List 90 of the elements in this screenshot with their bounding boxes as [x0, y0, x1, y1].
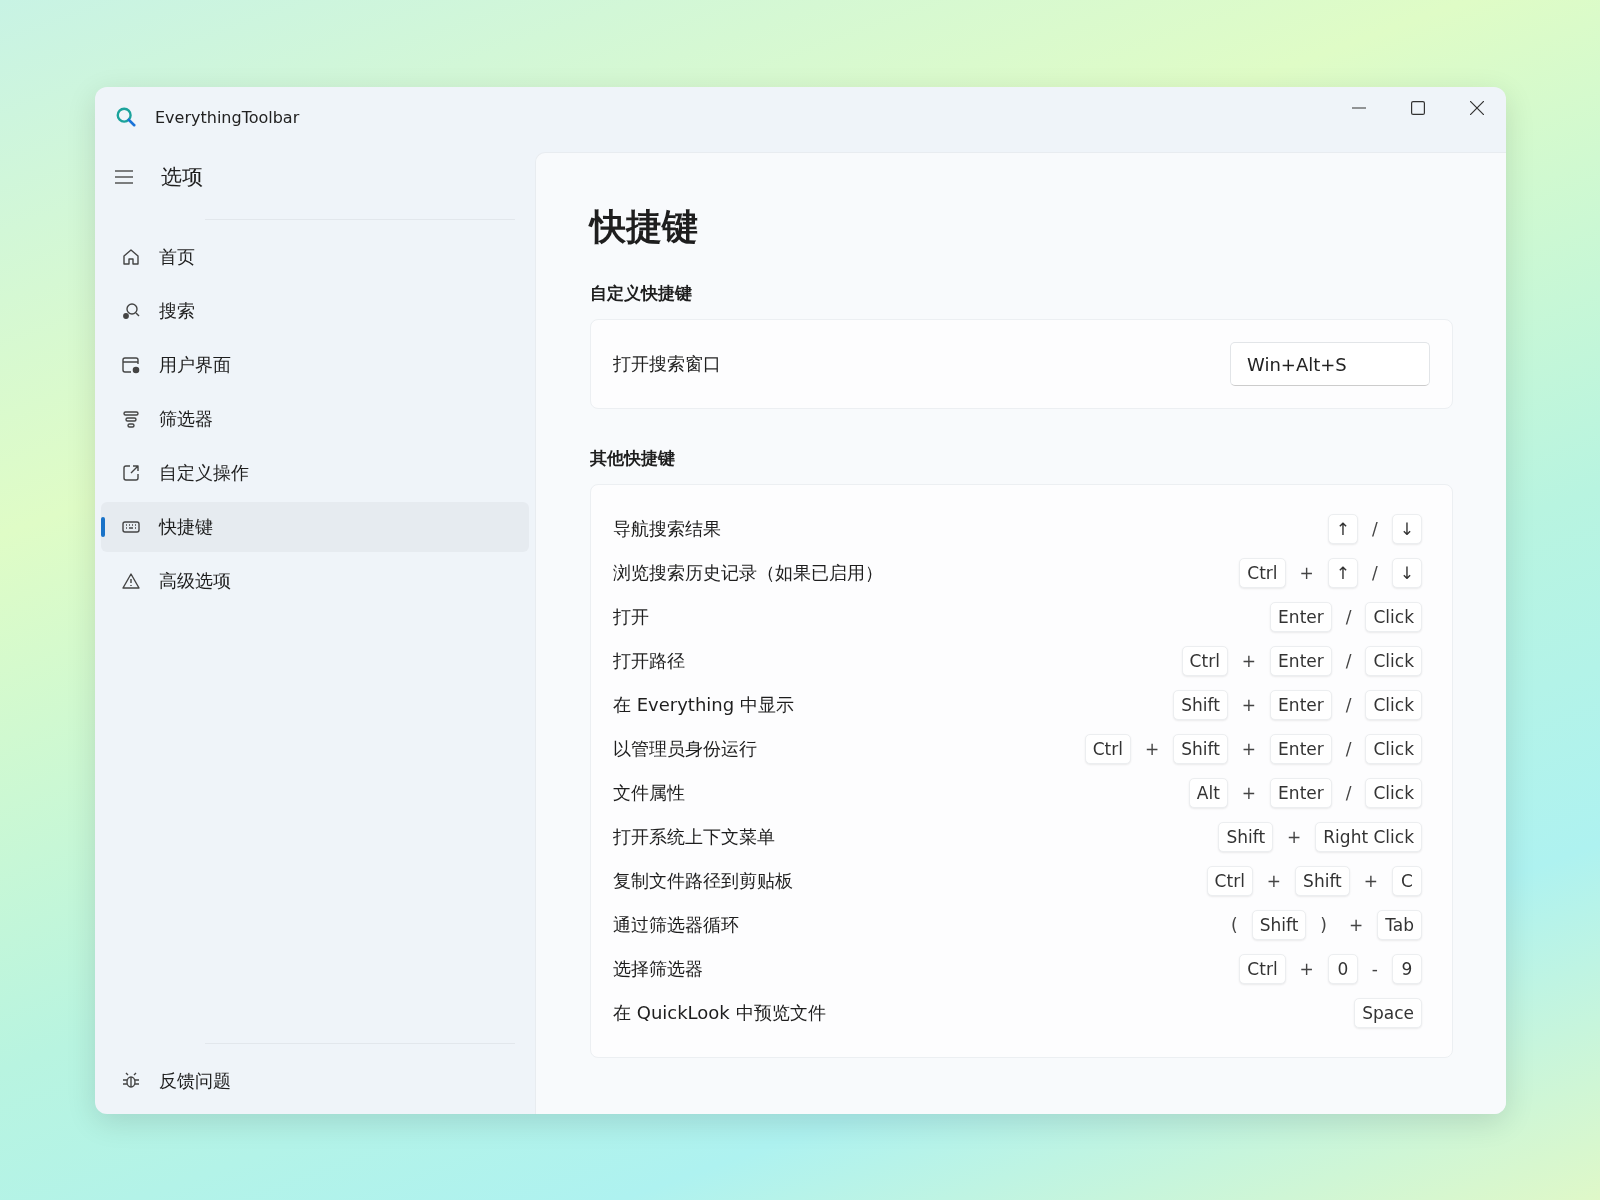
key-cap: Ctrl: [1206, 866, 1253, 896]
sidebar-item[interactable]: 自定义操作: [101, 448, 529, 498]
key-cap: 0: [1327, 954, 1358, 984]
key-cap: Enter: [1270, 778, 1332, 808]
sidebar-item[interactable]: 高级选项: [101, 556, 529, 606]
section-heading: 自定义快捷键: [590, 282, 693, 305]
key-separator: /: [1344, 783, 1353, 803]
key-separator: +: [1240, 651, 1258, 671]
key-cap: Space: [1354, 998, 1422, 1028]
key-cap: Click: [1365, 734, 1422, 764]
sidebar-item[interactable]: 首页: [101, 232, 529, 282]
hotkey-field[interactable]: Win+Alt+S: [1230, 342, 1430, 386]
key-cap: Alt: [1188, 778, 1228, 808]
close-icon[interactable]: [1470, 101, 1484, 115]
key-separator: /: [1344, 739, 1353, 759]
section-heading: 其他快捷键: [590, 447, 676, 470]
shortcut-label: 以管理员身份运行: [613, 737, 757, 761]
key-cap: 9: [1392, 954, 1422, 984]
search-icon: [115, 106, 137, 128]
key-separator: +: [1298, 563, 1315, 583]
key-cap: Click: [1365, 690, 1422, 720]
key-separator: +: [1286, 827, 1303, 847]
key-separator: /: [1371, 563, 1379, 583]
key-cap: Ctrl: [1239, 954, 1286, 984]
key-separator: /: [1371, 519, 1379, 539]
key-cap: Ctrl: [1084, 734, 1131, 764]
filter-icon: [121, 409, 141, 429]
key-cap: Enter: [1270, 602, 1332, 632]
sidebar-item[interactable]: 筛选器: [101, 394, 529, 444]
key-separator: +: [1240, 783, 1258, 803]
key-cap: ↓: [1391, 514, 1422, 544]
key-cap: Click: [1365, 602, 1422, 632]
key-cap: Click: [1365, 646, 1422, 676]
key-cap: Ctrl: [1239, 558, 1286, 588]
setting-label: 打开搜索窗口: [613, 352, 721, 376]
key-cap: Click: [1365, 778, 1422, 808]
key-separator: +: [1347, 915, 1365, 935]
page-title: 快捷键: [590, 205, 699, 249]
key-cap: Shift: [1251, 910, 1307, 940]
key-separator: (: [1230, 915, 1239, 935]
key-separator: +: [1265, 871, 1283, 891]
key-cap: ↑: [1327, 558, 1358, 588]
key-separator: /: [1344, 695, 1353, 715]
key-separator: ): [1319, 915, 1328, 935]
key-cap: ↑: [1327, 514, 1358, 544]
key-separator: +: [1298, 959, 1315, 979]
sidebar-item[interactable]: 用户界面: [101, 340, 529, 390]
window-settings-icon: [121, 355, 141, 375]
bug-icon: [121, 1071, 141, 1091]
shortcut-label: 导航搜索结果: [613, 517, 721, 541]
shortcut-label: 选择筛选器: [613, 957, 703, 981]
key-separator: -: [1370, 959, 1379, 979]
shortcut-label: 通过筛选器循环: [613, 913, 739, 937]
shortcut-label: 文件属性: [613, 781, 685, 805]
shortcut-label: 在 Everything 中显示: [613, 693, 794, 717]
sidebar-title: 选项: [161, 164, 203, 191]
menu-icon[interactable]: [115, 170, 133, 184]
shortcut-label: 在 QuickLook 中预览文件: [613, 1001, 826, 1025]
key-cap: Enter: [1270, 734, 1332, 764]
shortcut-label: 打开系统上下文菜单: [613, 825, 775, 849]
key-cap: Tab: [1377, 910, 1422, 940]
key-separator: +: [1240, 695, 1258, 715]
key-separator: +: [1143, 739, 1161, 759]
key-separator: +: [1240, 739, 1258, 759]
window-title: EverythingToolbar: [155, 107, 300, 127]
external-link-icon: [121, 463, 141, 483]
key-cap: Shift: [1295, 866, 1350, 896]
shortcut-label: 复制文件路径到剪贴板: [613, 869, 793, 893]
key-cap: Shift: [1173, 690, 1228, 720]
shortcut-label: 浏览搜索历史记录（如果已启用）: [613, 561, 883, 585]
search-settings-icon: [121, 301, 141, 321]
shortcut-label: 打开: [613, 605, 649, 629]
key-cap: Shift: [1173, 734, 1228, 764]
sidebar-item[interactable]: 快捷键: [101, 502, 529, 552]
sidebar-item[interactable]: 搜索: [101, 286, 529, 336]
key-separator: /: [1344, 607, 1353, 627]
key-cap: Right Click: [1315, 822, 1422, 852]
key-cap: Enter: [1270, 690, 1332, 720]
key-cap: Ctrl: [1181, 646, 1228, 676]
sidebar-item[interactable]: 反馈问题: [101, 1056, 529, 1106]
key-cap: Shift: [1218, 822, 1274, 852]
key-cap: ↓: [1391, 558, 1422, 588]
home-icon: [121, 247, 141, 267]
key-cap: C: [1392, 866, 1422, 896]
key-cap: Enter: [1270, 646, 1332, 676]
warning-icon: [121, 571, 141, 591]
shortcut-label: 打开路径: [613, 649, 685, 673]
key-separator: /: [1344, 651, 1353, 671]
maximize-icon[interactable]: [1411, 101, 1425, 115]
key-separator: +: [1362, 871, 1379, 891]
